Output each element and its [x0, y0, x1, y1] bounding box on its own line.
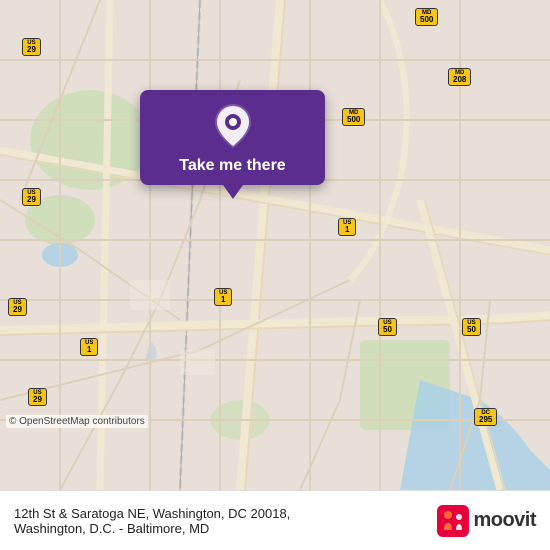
navigate-callout[interactable]: Take me there	[140, 90, 325, 185]
address-line2: Washington, D.C. - Baltimore, MD	[14, 521, 290, 536]
shield-md-500-2: MD 500	[342, 108, 365, 126]
address-block: 12th St & Saratoga NE, Washington, DC 20…	[14, 506, 290, 536]
shield-us-1-3: US 1	[80, 338, 98, 356]
shield-us-29-2: US 29	[22, 188, 41, 206]
shield-us-29-1: US 29	[22, 38, 41, 56]
shield-us-29-3: US 29	[8, 298, 27, 316]
moovit-logo: moovit	[437, 505, 536, 537]
shield-dc-295: DC 295	[474, 408, 497, 426]
copyright-text: © OpenStreetMap contributors	[6, 415, 148, 428]
shield-us-29-4: US 29	[28, 388, 47, 406]
shield-md-500-1: MD 500	[415, 8, 438, 26]
moovit-text: moovit	[473, 509, 536, 532]
shield-us-1-1: US 1	[338, 218, 356, 236]
shield-us-50-2: US 50	[462, 318, 481, 336]
callout-label: Take me there	[179, 156, 285, 175]
shield-md-208: MD 208	[448, 68, 471, 86]
info-bar: 12th St & Saratoga NE, Washington, DC 20…	[0, 490, 550, 550]
pin-icon	[215, 104, 251, 148]
shield-us-50-1: US 50	[378, 318, 397, 336]
moovit-icon-svg	[437, 505, 469, 537]
shield-us-1-2: US 1	[214, 288, 232, 306]
address-line1: 12th St & Saratoga NE, Washington, DC 20…	[14, 506, 290, 521]
map-container: US 29 US 29 US 29 US 29 US 1 US 1 US 1 U…	[0, 0, 550, 490]
